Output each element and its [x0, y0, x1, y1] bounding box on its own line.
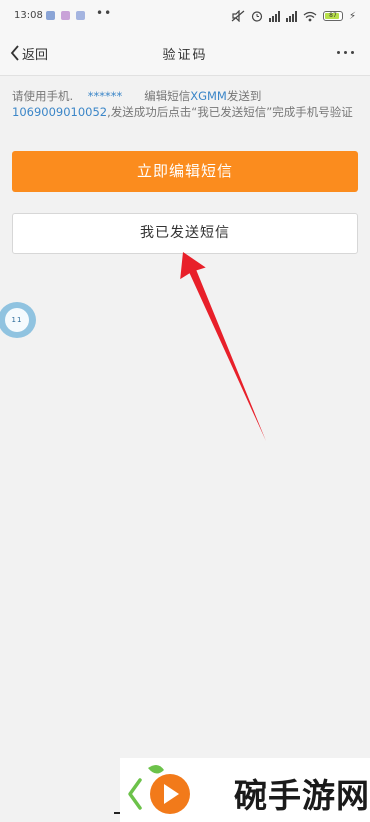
- dot-icon: [350, 50, 354, 54]
- sent-sms-button[interactable]: 我已发送短信: [12, 213, 358, 254]
- red-arrow-annotation: [180, 252, 266, 441]
- alarm-icon: [251, 11, 263, 22]
- more-options-button[interactable]: [330, 40, 360, 64]
- sms-number: 1069009010052: [12, 105, 108, 119]
- nav-bar: 返回 验证码: [0, 32, 370, 76]
- status-icons: 87 ⚡: [231, 8, 356, 24]
- battery-icon: 87: [322, 11, 343, 21]
- wifi-icon: [303, 11, 317, 21]
- notification-icon: [76, 11, 85, 20]
- watermark-logo: 碗手游网: [120, 758, 370, 822]
- instructions-text: 请使用手机. ****** 编辑短信XGMM发送到 1069009010052,发…: [12, 88, 358, 120]
- page-title: 验证码: [162, 48, 208, 63]
- battery-level: 87: [329, 12, 337, 19]
- status-bar: 13:08 •• 87 ⚡: [0, 0, 370, 32]
- mute-icon: [231, 10, 245, 22]
- notification-icon: [46, 11, 55, 20]
- dot-icon: [343, 50, 347, 54]
- instruction-suffix: ,发送成功后点击“我已发送短信”完成手机号验证: [107, 105, 353, 119]
- dot-icon: [336, 50, 340, 54]
- signal-icon: [285, 10, 297, 22]
- watermark-text: 碗手游网: [234, 776, 370, 815]
- notification-icon: [61, 11, 70, 20]
- signal-icon: [268, 10, 280, 22]
- floating-assistant-label: 11: [5, 308, 29, 332]
- status-time: 13:08: [14, 10, 43, 21]
- charging-icon: ⚡: [348, 10, 356, 22]
- more-notifications-icon: ••: [96, 6, 113, 20]
- watermark-emblem-icon: [128, 764, 190, 814]
- sms-code: XGMM: [190, 89, 227, 103]
- floating-assistant-button[interactable]: 11: [0, 302, 36, 338]
- bottom-mark: [114, 812, 120, 814]
- masked-phone: ******: [87, 89, 123, 103]
- instruction-mid: 编辑短信: [144, 89, 191, 103]
- edit-sms-button[interactable]: 立即编辑短信: [12, 151, 358, 192]
- instruction-to: 发送到: [226, 89, 262, 103]
- instruction-prefix: 请使用手机.: [12, 89, 74, 103]
